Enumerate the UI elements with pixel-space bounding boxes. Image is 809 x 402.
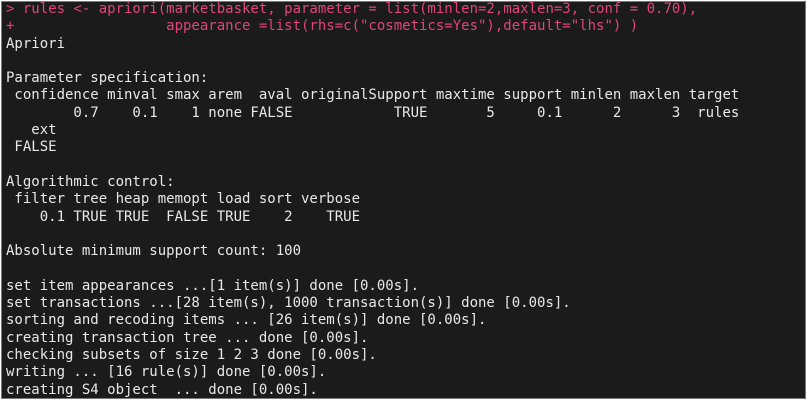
control-header-row: filter tree heap memopt load sort verbos…	[6, 191, 361, 208]
control-heading: Algorithmic control:	[6, 173, 175, 190]
log-line: creating S4 object ... done [0.00s].	[6, 381, 318, 398]
parameter-header-row: confidence minval smax arem aval origina…	[6, 87, 740, 104]
log-line: sorting and recoding items ... [26 item(…	[6, 312, 487, 329]
console-output: > rules <- apriori(marketbasket, paramet…	[6, 1, 740, 398]
command-line-2: + appearance =list(rhs=c("cosmetics=Yes"…	[6, 18, 639, 35]
parameter-value-row: 0.7 0.1 1 none FALSE TRUE 5 0.1 2 3 rule…	[6, 104, 740, 121]
parameter-heading: Parameter specification:	[6, 70, 209, 87]
log-line: checking subsets of size 1 2 3 done [0.0…	[6, 346, 377, 363]
algorithm-name: Apriori	[6, 35, 66, 52]
r-console[interactable]: > rules <- apriori(marketbasket, paramet…	[1, 1, 806, 399]
log-line: creating transaction tree ... done [0.00…	[6, 329, 369, 346]
log-line: writing ... [16 rule(s)] done [0.00s].	[6, 364, 327, 381]
command-line-1: > rules <- apriori(marketbasket, paramet…	[6, 1, 698, 17]
support-count-line: Absolute minimum support count: 100	[6, 243, 302, 260]
parameter-ext-value: FALSE	[6, 139, 57, 156]
log-line: set item appearances ...[1 item(s)] done…	[6, 277, 420, 294]
log-line: set transactions ...[28 item(s), 1000 tr…	[6, 295, 571, 312]
parameter-ext-header: ext	[6, 122, 57, 139]
control-value-row: 0.1 TRUE TRUE FALSE TRUE 2 TRUE	[6, 208, 361, 225]
